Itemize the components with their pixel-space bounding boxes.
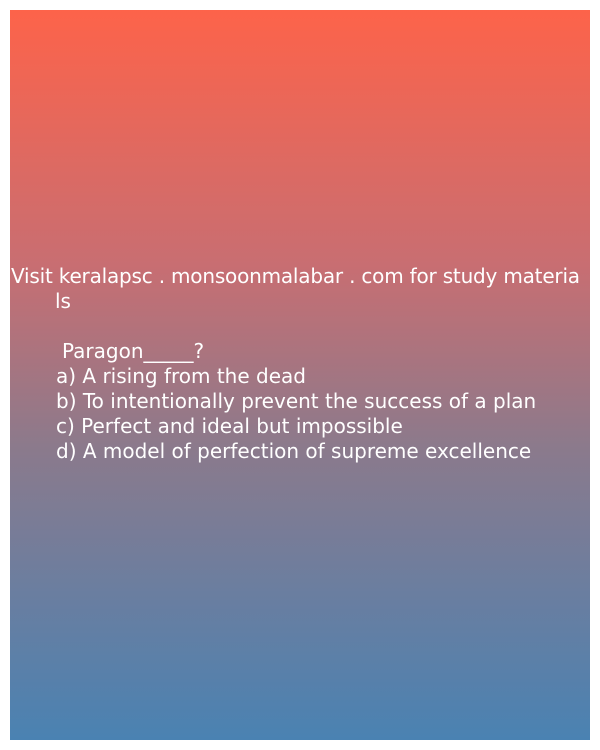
- quiz-card: Visit keralapsc . monsoonmalabar . com f…: [10, 10, 590, 740]
- option-d: d) A model of perfection of supreme exce…: [56, 439, 532, 463]
- watermark-text: Visit keralapsc . monsoonmalabar . com f…: [11, 264, 580, 288]
- question-text: Paragon_____?: [62, 339, 205, 363]
- option-b: b) To intentionally prevent the success …: [56, 389, 537, 413]
- option-c: c) Perfect and ideal but impossible: [56, 414, 403, 438]
- options-list: a) A rising from the dead b) To intentio…: [56, 364, 536, 464]
- watermark-text-continued: ls: [55, 289, 71, 313]
- option-a: a) A rising from the dead: [56, 364, 306, 388]
